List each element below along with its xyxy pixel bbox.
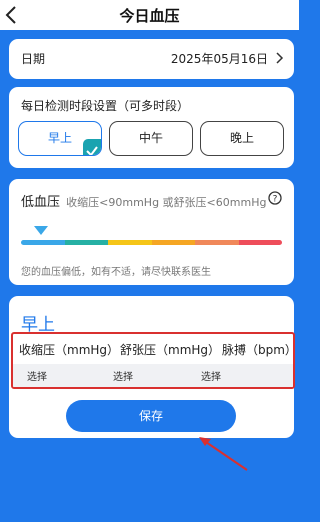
bp-range-text: 收缩压<90mmHg 或舒张压<60mmHg — [66, 196, 267, 209]
period-option-evening[interactable]: 晚上 — [200, 121, 284, 156]
check-icon — [83, 139, 101, 155]
table-row — [13, 364, 293, 387]
page-title: 今日血压 — [119, 7, 180, 25]
scale-segment — [151, 240, 195, 245]
period-option-label: 早上 — [47, 131, 72, 145]
period-option-label: 中午 — [138, 131, 163, 145]
date-value: 2025年05月16日 — [170, 52, 268, 66]
blood-pressure-status: 低血压 收缩压<90mmHg 或舒张压<60mmHg ? 您的血压偏低，如有不适… — [9, 179, 294, 285]
column-header-diastolic: 舒张压（mmHg） — [120, 343, 221, 357]
chevron-right-icon — [276, 52, 284, 64]
period-option-label: 晚上 — [229, 131, 254, 145]
save-button[interactable]: 保存 — [66, 400, 236, 432]
column-header-systolic: 收缩压（mmHg） — [19, 343, 120, 357]
column-header-pulse: 脉搏（bpm） — [222, 343, 295, 357]
bp-status-label: 低血压 — [21, 195, 61, 210]
date-label: 日期 — [21, 52, 46, 66]
scale-segment — [238, 240, 282, 245]
annotation-arrow-icon — [199, 437, 248, 471]
bp-status-title: 低血压 收缩压<90mmHg 或舒张压<60mmHg — [21, 191, 266, 210]
period-option-morning[interactable]: 早上 — [18, 121, 102, 156]
level-marker-icon — [34, 226, 48, 235]
help-icon[interactable]: ? — [268, 191, 282, 205]
scale-segment — [64, 240, 108, 245]
bp-scale-bar — [21, 240, 282, 245]
diastolic-select[interactable]: 选择 — [113, 368, 133, 383]
period-settings: 每日检测时段设置（可多时段） 早上 中午 晚上 — [9, 87, 294, 168]
svg-text:?: ? — [273, 195, 278, 205]
top-bar: 今日血压 — [0, 0, 299, 30]
pulse-select[interactable]: 选择 — [201, 368, 221, 383]
morning-section: 早上 收缩压（mmHg） 舒张压（mmHg） 脉搏（bpm） 选择 选择 选择 … — [9, 296, 295, 438]
reading-table: 收缩压（mmHg） 舒张压（mmHg） 脉搏（bpm） 选择 选择 选择 — [11, 332, 295, 389]
scale-segment — [108, 240, 152, 245]
systolic-select[interactable]: 选择 — [27, 368, 47, 383]
scale-segment — [21, 240, 65, 245]
period-option-noon[interactable]: 中午 — [109, 121, 193, 156]
scale-segment — [195, 240, 239, 245]
bp-note: 您的血压偏低，如有不适，请尽快联系医生 — [21, 267, 211, 278]
date-row[interactable]: 日期 2025年05月16日 — [9, 39, 294, 79]
period-title: 每日检测时段设置（可多时段） — [21, 99, 190, 113]
